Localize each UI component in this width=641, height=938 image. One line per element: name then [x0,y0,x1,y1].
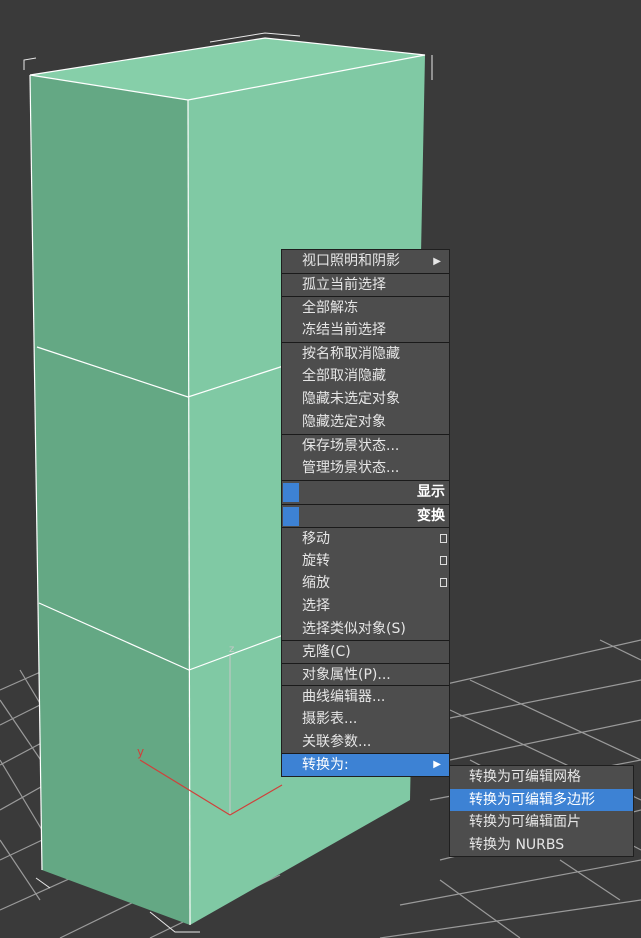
box-left-face [30,75,190,925]
menu-item-scale[interactable]: 缩放 [282,572,449,595]
menu-item-select[interactable]: 选择 [282,595,449,618]
menu-item-select-similar[interactable]: 选择类似对象(S) [282,618,449,641]
convert-to-submenu: 转换为可编辑网格 转换为可编辑多边形 转换为可编辑面片 转换为 NURBS [449,765,634,857]
menu-item-save-scene-state[interactable]: 保存场景状态... [282,434,449,457]
menu-item-unhide-by-name[interactable]: 按名称取消隐藏 [282,342,449,365]
submenu-arrow-icon: ▶ [433,256,441,267]
menu-item-rotate[interactable]: 旋转 [282,550,449,573]
menu-item-curve-editor[interactable]: 曲线编辑器... [282,685,449,708]
menu-item-convert-to[interactable]: 转换为: ▶ [282,753,449,776]
submenu-item-editable-mesh[interactable]: 转换为可编辑网格 [450,766,633,789]
submenu-arrow-icon: ▶ [433,759,441,771]
menu-item-unfreeze-all[interactable]: 全部解冻 [282,296,449,319]
menu-item-dope-sheet[interactable]: 摄影表... [282,708,449,731]
options-box-icon[interactable] [440,555,447,565]
menu-item-hide-unselected[interactable]: 隐藏未选定对象 [282,388,449,411]
quad-marker-icon [283,483,299,502]
menu-item-isolate-selection[interactable]: 孤立当前选择 [282,273,449,296]
gizmo-y-label: y [137,745,144,759]
quad-header-display[interactable]: 显示 [282,480,449,504]
quad-marker-icon [283,506,299,526]
submenu-item-editable-poly[interactable]: 转换为可编辑多边形 [450,788,633,811]
menu-item-freeze-selection[interactable]: 冻结当前选择 [282,319,449,342]
menu-item-manage-scene-states[interactable]: 管理场景状态... [282,457,449,480]
options-box-icon[interactable] [440,578,447,588]
quad-menu: 视口照明和阴影 ▶ 孤立当前选择 全部解冻 冻结当前选择 按名称取消隐藏 全部取… [281,249,450,777]
menu-item-object-properties[interactable]: 对象属性(P)... [282,662,449,686]
submenu-item-editable-patch[interactable]: 转换为可编辑面片 [450,811,633,834]
gizmo-z-label: z [229,644,234,655]
menu-item-wire-parameters[interactable]: 关联参数... [282,731,449,754]
submenu-item-nurbs[interactable]: 转换为 NURBS [450,834,633,857]
options-box-icon[interactable] [440,534,447,544]
menu-item-move[interactable]: 移动 [282,527,449,550]
menu-item-clone[interactable]: 克隆(C) [282,640,449,663]
menu-item-hide-selection[interactable]: 隐藏选定对象 [282,411,449,434]
menu-item-unhide-all[interactable]: 全部取消隐藏 [282,365,449,388]
menu-item-viewport-lighting[interactable]: 视口照明和阴影 ▶ [282,250,449,273]
quad-header-transform[interactable]: 变换 [282,503,449,528]
